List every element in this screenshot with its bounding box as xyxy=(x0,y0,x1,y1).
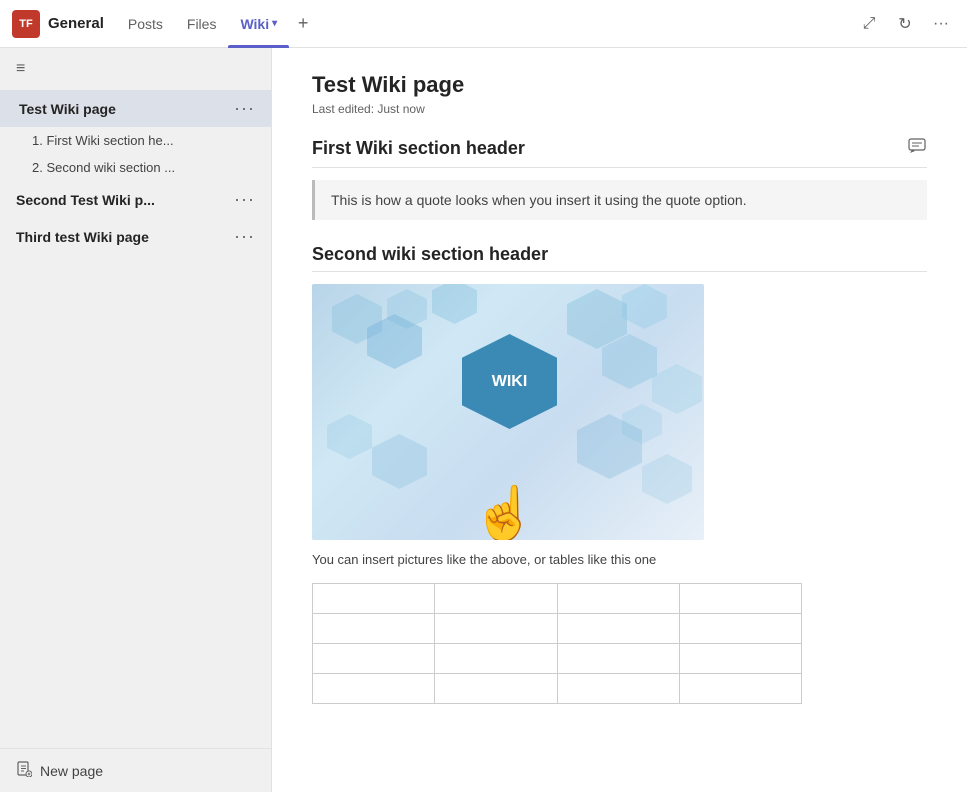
wiki-page-title: Test Wiki page xyxy=(312,72,927,98)
sidebar-page-ellipsis-1[interactable]: ··· xyxy=(234,189,255,210)
sidebar: ≡ Test Wiki page ··· 1. First Wiki secti… xyxy=(0,48,272,792)
table-cell xyxy=(557,584,679,614)
table-cell xyxy=(557,674,679,704)
wiki-section-header-row-1: First Wiki section header xyxy=(312,136,927,168)
table-cell xyxy=(313,674,435,704)
table-cell xyxy=(557,644,679,674)
table-cell xyxy=(557,614,679,644)
sidebar-item-test-wiki-page[interactable]: Test Wiki page ··· xyxy=(0,90,271,127)
table-cell xyxy=(435,614,557,644)
hamburger-icon[interactable]: ≡ xyxy=(16,60,25,78)
sidebar-page-title-2: Second Test Wiki p... xyxy=(16,192,155,208)
wiki-image-content: WIKI ☝ xyxy=(312,284,704,540)
main-area: ≡ Test Wiki page ··· 1. First Wiki secti… xyxy=(0,48,967,792)
table-cell xyxy=(679,614,801,644)
table-cell xyxy=(313,584,435,614)
comment-icon[interactable] xyxy=(907,136,927,161)
wiki-section-second: Second wiki section header WIKI xyxy=(312,244,927,704)
top-bar: TF General Posts Files Wiki ▾ + ⤢ ↻ ··· xyxy=(0,0,967,48)
more-options-button[interactable]: ··· xyxy=(927,10,955,38)
new-page-label: New page xyxy=(40,763,103,779)
team-avatar: TF xyxy=(12,10,40,38)
quote-block: This is how a quote looks when you inser… xyxy=(312,180,927,220)
wiki-section-first: First Wiki section header This is how a … xyxy=(312,136,927,220)
sidebar-page-title-3: Third test Wiki page xyxy=(16,229,149,245)
tab-files[interactable]: Files xyxy=(175,0,229,48)
table-row xyxy=(313,644,802,674)
table-cell xyxy=(435,584,557,614)
sidebar-section-second[interactable]: 2. Second wiki section ... xyxy=(0,154,271,181)
hand-pointer: ☝ xyxy=(472,488,537,540)
wiki-last-edited: Last edited: Just now xyxy=(312,102,927,116)
sidebar-section-first[interactable]: 1. First Wiki section he... xyxy=(0,127,271,154)
sidebar-item-third-test-wiki[interactable]: Third test Wiki page ··· xyxy=(0,218,271,255)
wiki-section-header-row-2: Second wiki section header xyxy=(312,244,927,272)
wiki-dropdown-chevron[interactable]: ▾ xyxy=(272,18,277,29)
refresh-button[interactable]: ↻ xyxy=(891,10,919,38)
table-cell xyxy=(679,644,801,674)
table-row xyxy=(313,584,802,614)
content-area: Test Wiki page Last edited: Just now Fir… xyxy=(272,48,967,792)
new-page-button[interactable]: New page xyxy=(0,748,271,792)
wiki-section-title-1: First Wiki section header xyxy=(312,138,525,159)
table-row xyxy=(313,614,802,644)
sidebar-page-title: Test Wiki page xyxy=(19,101,116,117)
expand-button[interactable]: ⤢ xyxy=(855,10,883,38)
sidebar-header: ≡ xyxy=(0,48,271,90)
wiki-table xyxy=(312,583,802,704)
wiki-image: WIKI ☝ xyxy=(312,284,704,540)
new-page-icon xyxy=(16,761,32,780)
sidebar-page-ellipsis-0[interactable]: ··· xyxy=(234,98,255,119)
top-bar-actions: ⤢ ↻ ··· xyxy=(855,10,955,38)
sidebar-item-second-test-wiki[interactable]: Second Test Wiki p... ··· xyxy=(0,181,271,218)
table-cell xyxy=(679,584,801,614)
nav-tabs: Posts Files Wiki ▾ + xyxy=(116,0,847,48)
table-cell xyxy=(313,614,435,644)
wiki-caption: You can insert pictures like the above, … xyxy=(312,552,927,567)
add-tab-button[interactable]: + xyxy=(289,10,317,38)
tab-posts[interactable]: Posts xyxy=(116,0,175,48)
tab-wiki[interactable]: Wiki ▾ xyxy=(228,0,289,48)
team-name: General xyxy=(48,15,104,32)
wiki-section-title-2: Second wiki section header xyxy=(312,244,548,265)
table-cell xyxy=(435,674,557,704)
table-cell xyxy=(435,644,557,674)
table-cell xyxy=(313,644,435,674)
sidebar-page-ellipsis-2[interactable]: ··· xyxy=(234,226,255,247)
table-row xyxy=(313,674,802,704)
table-cell xyxy=(679,674,801,704)
